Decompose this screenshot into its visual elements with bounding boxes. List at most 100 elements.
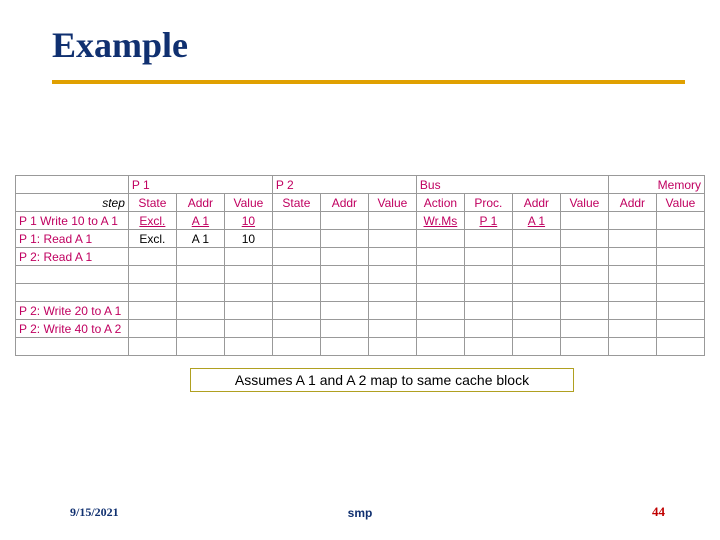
- cell-bus_value: [560, 248, 608, 266]
- slide-title: Example: [52, 24, 188, 66]
- cell-p1_state: [128, 284, 176, 302]
- cell-p2_addr: [320, 284, 368, 302]
- cell-bus_addr: A 1: [512, 212, 560, 230]
- cell-p2_value: [368, 248, 416, 266]
- cell-p2_value: [368, 284, 416, 302]
- footer-topic: smp: [0, 506, 720, 520]
- assumption-note: Assumes A 1 and A 2 map to same cache bl…: [190, 368, 574, 392]
- ch-bus-action: Action: [416, 194, 464, 212]
- cell-p1_value: [224, 266, 272, 284]
- title-underline: [52, 80, 685, 84]
- cell-bus_value: [560, 266, 608, 284]
- cell-mem_addr: [608, 284, 656, 302]
- cell-p2_state: [272, 266, 320, 284]
- cell-mem_addr: [608, 338, 656, 356]
- slide: Example P 1 P 2 Bus Memory step: [0, 0, 720, 540]
- cell-mem_addr: [608, 302, 656, 320]
- cell-bus_addr: [512, 266, 560, 284]
- gh-p2: P 2: [272, 176, 416, 194]
- cell-p2_state: [272, 248, 320, 266]
- table-row: P 1 Write 10 to A 1Excl.A 110Wr.MsP 1A 1: [16, 212, 705, 230]
- col-header-row: step State Addr Value State Addr Value A…: [16, 194, 705, 212]
- step-cell: [16, 284, 129, 302]
- cell-bus_proc: [464, 338, 512, 356]
- cell-bus_action: Wr.Ms: [416, 212, 464, 230]
- cell-p2_state: [272, 320, 320, 338]
- cell-bus_action: [416, 230, 464, 248]
- cell-mem_value: [656, 320, 704, 338]
- footer-page: 44: [652, 504, 665, 520]
- cell-p2_value: [368, 230, 416, 248]
- cell-p1_value: [224, 320, 272, 338]
- cell-p1_state: [128, 266, 176, 284]
- cell-p1_state: [128, 248, 176, 266]
- cell-p1_state: Excl.: [128, 212, 176, 230]
- step-cell: P 2: Write 20 to A 1: [16, 302, 129, 320]
- gh-mem: Memory: [608, 176, 704, 194]
- cell-p1_addr: [176, 338, 224, 356]
- cell-p1_addr: [176, 284, 224, 302]
- group-header-row: P 1 P 2 Bus Memory: [16, 176, 705, 194]
- cell-bus_proc: [464, 284, 512, 302]
- cell-p2_value: [368, 302, 416, 320]
- step-cell: P 2: Write 40 to A 2: [16, 320, 129, 338]
- ch-p1-state: State: [128, 194, 176, 212]
- ch-mem-addr: Addr: [608, 194, 656, 212]
- cell-bus_addr: [512, 320, 560, 338]
- ch-mem-value: Value: [656, 194, 704, 212]
- cell-bus_action: [416, 302, 464, 320]
- cell-p1_addr: [176, 248, 224, 266]
- cell-bus_proc: [464, 302, 512, 320]
- cell-p1_addr: [176, 320, 224, 338]
- cell-p2_state: [272, 338, 320, 356]
- table-row: P 2: Read A 1: [16, 248, 705, 266]
- cell-mem_addr: [608, 248, 656, 266]
- cache-table-wrap: P 1 P 2 Bus Memory step State Addr Value…: [15, 175, 705, 356]
- cell-bus_action: [416, 266, 464, 284]
- cell-p1_state: [128, 302, 176, 320]
- ch-bus-value: Value: [560, 194, 608, 212]
- cell-p2_addr: [320, 248, 368, 266]
- step-cell: [16, 266, 129, 284]
- cell-p2_addr: [320, 266, 368, 284]
- cell-p2_addr: [320, 302, 368, 320]
- table-head: P 1 P 2 Bus Memory step State Addr Value…: [16, 176, 705, 212]
- cell-bus_value: [560, 212, 608, 230]
- cell-bus_value: [560, 320, 608, 338]
- cell-mem_value: [656, 302, 704, 320]
- cell-p1_addr: [176, 302, 224, 320]
- cell-p1_value: 10: [224, 212, 272, 230]
- cell-p1_value: [224, 338, 272, 356]
- cell-mem_value: [656, 338, 704, 356]
- table-row: P 2: Write 40 to A 2: [16, 320, 705, 338]
- cell-p2_addr: [320, 320, 368, 338]
- cell-p1_state: Excl.: [128, 230, 176, 248]
- cell-p2_value: [368, 212, 416, 230]
- cell-p1_value: [224, 248, 272, 266]
- table-body: P 1 Write 10 to A 1Excl.A 110Wr.MsP 1A 1…: [16, 212, 705, 356]
- cell-p2_value: [368, 266, 416, 284]
- cell-mem_addr: [608, 320, 656, 338]
- cell-p1_addr: A 1: [176, 212, 224, 230]
- cell-bus_action: [416, 338, 464, 356]
- table-row: P 1: Read A 1Excl.A 110: [16, 230, 705, 248]
- cell-bus_addr: [512, 338, 560, 356]
- ch-p1-value: Value: [224, 194, 272, 212]
- cell-bus_addr: [512, 230, 560, 248]
- cell-p1_state: [128, 320, 176, 338]
- cell-p1_state: [128, 338, 176, 356]
- cell-mem_addr: [608, 266, 656, 284]
- cell-p1_addr: [176, 266, 224, 284]
- cell-p1_value: 10: [224, 230, 272, 248]
- cell-mem_addr: [608, 212, 656, 230]
- cell-bus_proc: P 1: [464, 212, 512, 230]
- gh-p1: P 1: [128, 176, 272, 194]
- cell-mem_value: [656, 266, 704, 284]
- gh-bus: Bus: [416, 176, 608, 194]
- cell-p1_value: [224, 302, 272, 320]
- cell-p1_addr: A 1: [176, 230, 224, 248]
- cell-bus_value: [560, 230, 608, 248]
- cell-mem_addr: [608, 230, 656, 248]
- cell-mem_value: [656, 212, 704, 230]
- cell-bus_value: [560, 284, 608, 302]
